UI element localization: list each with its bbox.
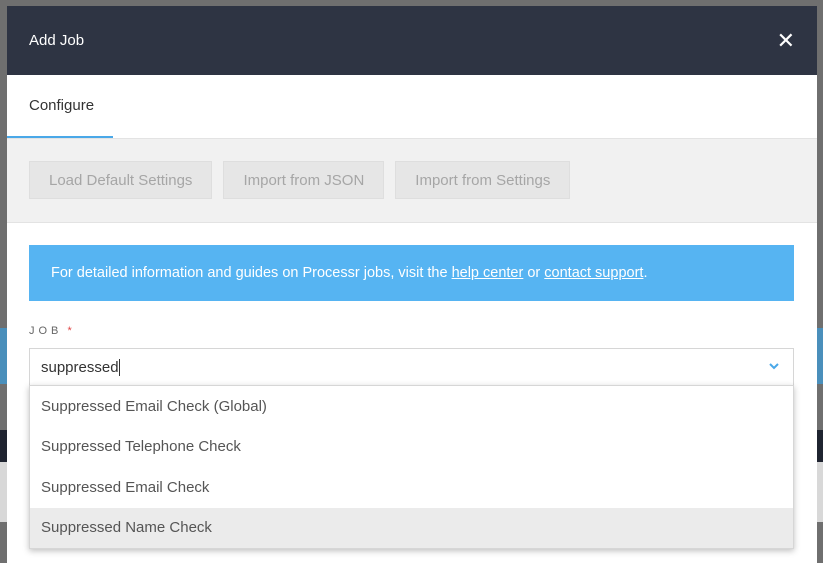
info-text-after: . bbox=[643, 265, 648, 281]
option-suppressed-email-check-global[interactable]: Suppressed Email Check (Global) bbox=[30, 386, 793, 427]
job-options-dropdown: Suppressed Email Check (Global) Suppress… bbox=[29, 385, 794, 549]
tab-configure[interactable]: Configure bbox=[7, 75, 113, 138]
modal-title: Add Job bbox=[29, 32, 85, 49]
import-from-json-button[interactable]: Import from JSON bbox=[223, 161, 385, 199]
backdrop-light-strip-left bbox=[0, 462, 7, 522]
job-label-text: JOB bbox=[29, 325, 63, 337]
option-suppressed-email-check[interactable]: Suppressed Email Check bbox=[30, 467, 793, 508]
job-input-value: suppressed bbox=[41, 358, 119, 376]
job-select-input[interactable]: suppressed bbox=[29, 348, 794, 386]
backdrop-strip-right bbox=[816, 328, 823, 384]
option-suppressed-telephone-check[interactable]: Suppressed Telephone Check bbox=[30, 427, 793, 468]
contact-support-link[interactable]: contact support bbox=[544, 265, 643, 281]
chevron-down-icon[interactable] bbox=[769, 361, 779, 371]
required-marker: * bbox=[67, 325, 72, 337]
settings-toolbar: Load Default Settings Import from JSON I… bbox=[7, 139, 817, 223]
help-center-link[interactable]: help center bbox=[452, 265, 524, 281]
info-text-before: For detailed information and guides on P… bbox=[51, 265, 448, 281]
option-suppressed-name-check[interactable]: Suppressed Name Check bbox=[30, 507, 793, 548]
close-icon[interactable]: ✕ bbox=[777, 29, 795, 52]
info-text-middle: or bbox=[523, 265, 545, 281]
text-cursor bbox=[118, 358, 120, 376]
add-job-modal: Add Job ✕ Configure Load Default Setting… bbox=[7, 6, 817, 563]
load-default-settings-button[interactable]: Load Default Settings bbox=[29, 161, 213, 199]
job-field-label: JOB * bbox=[29, 325, 72, 337]
tab-bar: Configure bbox=[7, 75, 817, 139]
modal-header: Add Job ✕ bbox=[7, 6, 817, 75]
import-from-settings-button[interactable]: Import from Settings bbox=[395, 161, 571, 199]
backdrop-strip-left bbox=[0, 328, 7, 384]
backdrop-dark-strip-right bbox=[816, 430, 823, 462]
info-banner: For detailed information and guides on P… bbox=[29, 245, 794, 301]
backdrop-light-strip-right bbox=[816, 462, 823, 522]
backdrop-dark-strip-left bbox=[0, 430, 7, 462]
